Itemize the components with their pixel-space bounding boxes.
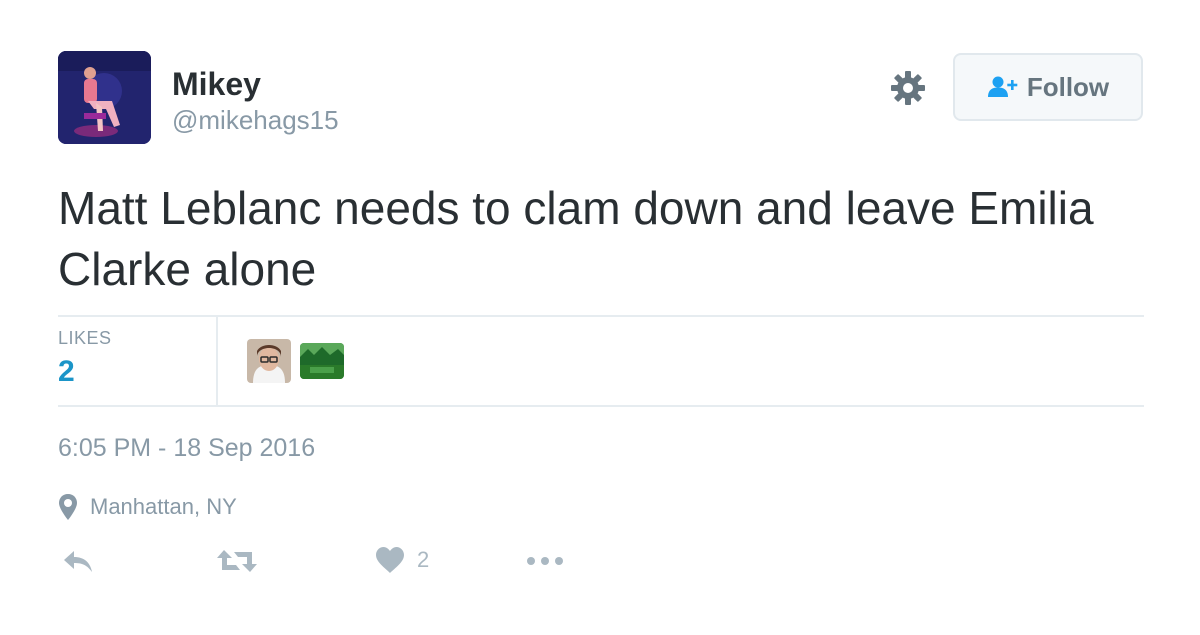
like-button[interactable]: 2 xyxy=(375,546,429,574)
liker-avatar-landscape[interactable] xyxy=(300,343,344,379)
more-dots-icon xyxy=(527,557,563,565)
likes-count[interactable]: 2 xyxy=(58,355,75,389)
stats-bottom-divider xyxy=(58,405,1144,407)
author-display-name[interactable]: Mikey xyxy=(172,64,261,104)
more-button[interactable] xyxy=(525,546,565,576)
location-text: Manhattan, NY xyxy=(90,494,237,519)
like-count: 2 xyxy=(417,547,430,572)
add-user-icon xyxy=(987,76,1018,97)
tweet-card: Mikey @mikehags15 Follow Matt Leblanc ne… xyxy=(0,0,1200,635)
tweet-location[interactable]: Manhattan, NY xyxy=(58,493,237,521)
follow-label: Follow xyxy=(1026,71,1110,102)
map-pin-icon xyxy=(59,494,77,520)
retweet-button[interactable] xyxy=(216,546,258,576)
author-avatar[interactable] xyxy=(58,51,151,144)
tweet-timestamp[interactable]: 6:05 PM - 18 Sep 2016 xyxy=(58,434,315,463)
likes-label: LIKES xyxy=(58,328,112,348)
profile-photo xyxy=(58,51,151,144)
heart-icon xyxy=(376,547,404,573)
reply-button[interactable] xyxy=(62,546,94,576)
tweet-text: Matt Leblanc needs to clam down and leav… xyxy=(58,182,1094,295)
follow-button[interactable]: Follow xyxy=(953,53,1143,121)
gear-icon[interactable] xyxy=(890,70,926,106)
stats-top-divider xyxy=(58,315,1144,317)
reply-icon xyxy=(64,551,92,572)
liker-avatar-person[interactable] xyxy=(247,339,291,383)
author-handle[interactable]: @mikehags15 xyxy=(172,104,339,136)
stats-separator xyxy=(216,317,218,405)
retweet-icon xyxy=(217,550,257,572)
